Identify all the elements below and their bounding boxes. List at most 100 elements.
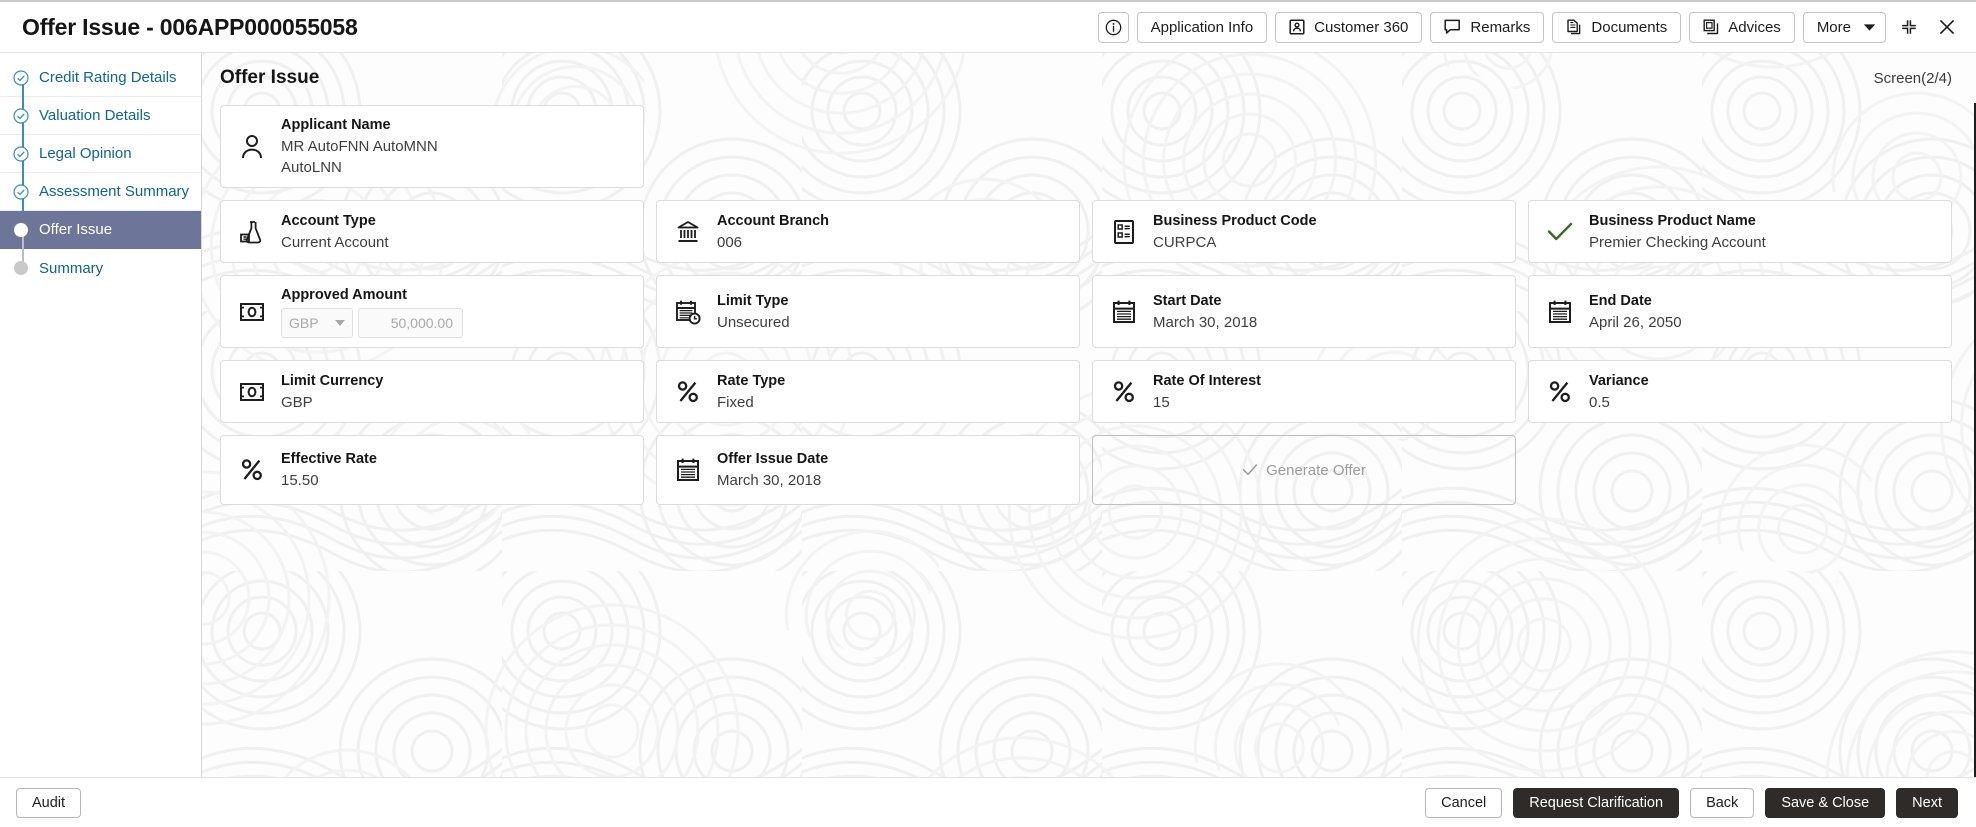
sidebar-item-valuation-details[interactable]: Valuation Details (0, 97, 201, 154)
close-button[interactable] (1932, 12, 1962, 42)
sidebar-item-label: Legal Opinion (39, 145, 132, 162)
card-rate-type: Rate Type Fixed (656, 360, 1080, 424)
next-label: Next (1912, 794, 1942, 811)
calendar-icon (1545, 299, 1575, 325)
save-and-close-button[interactable]: Save & Close (1765, 787, 1886, 818)
back-button[interactable]: Back (1690, 787, 1755, 818)
screen-counter: Screen(2/4) (1873, 70, 1952, 87)
sidebar-item-offer-issue[interactable]: Offer Issue (0, 211, 201, 268)
documents-icon (1567, 19, 1581, 35)
stepper-sidebar: Credit Rating Details Valuation Details (0, 53, 202, 777)
minimize-button[interactable] (1894, 12, 1924, 42)
amount-row: GBP 50,000.00 (281, 308, 463, 339)
card-text: End Date April 26, 2050 (1589, 291, 1682, 333)
sidebar-item-assessment-summary[interactable]: Assessment Summary (0, 173, 201, 230)
sidebar-item-legal-opinion[interactable]: Legal Opinion (0, 135, 201, 192)
remarks-label: Remarks (1470, 18, 1531, 36)
top-bar: Offer Issue - 006APP000055058 Applicatio… (0, 2, 1976, 52)
card-text: Limit Currency GBP (281, 371, 383, 413)
card-account-type: Account Type Current Account (220, 200, 644, 264)
card-text: Start Date March 30, 2018 (1153, 291, 1257, 333)
dot-shape (14, 222, 28, 237)
card-label: Business Product Code (1153, 212, 1317, 229)
check-circle-icon (12, 145, 30, 163)
card-label: Effective Rate (281, 451, 377, 468)
card-value: 006 (717, 233, 743, 251)
main-content: Offer Issue Screen(2/4) Applicant Name M… (202, 53, 1976, 777)
card-value: 15.50 (281, 472, 319, 490)
amount-input[interactable]: 50,000.00 (358, 308, 463, 339)
save-and-close-label: Save & Close (1781, 794, 1870, 811)
grid-filler (1528, 105, 1952, 188)
card-label: Approved Amount (281, 287, 407, 304)
amount-input-value: 50,000.00 (390, 315, 453, 332)
cancel-button[interactable]: Cancel (1425, 787, 1503, 818)
calendar-clock-icon (673, 299, 703, 325)
percent-icon (237, 457, 267, 483)
money-icon (237, 381, 267, 403)
request-clarification-button[interactable]: Request Clarification (1513, 787, 1680, 818)
card-value: Premier Checking Account (1589, 233, 1766, 251)
card-limit-type: Limit Type Unsecured (656, 275, 1080, 349)
user-card-icon (1289, 19, 1305, 35)
application-info-button[interactable]: Application Info (1136, 11, 1268, 43)
active-step-dot-icon (12, 221, 30, 239)
card-value-line1: MR AutoFNN AutoMNN (281, 138, 438, 156)
check-icon (1242, 464, 1258, 476)
card-value: Unsecured (717, 313, 790, 331)
sidebar-item-label: Credit Rating Details (39, 69, 177, 86)
card-label: Limit Type (717, 292, 789, 309)
calendar-icon (1109, 299, 1139, 325)
back-label: Back (1706, 794, 1739, 811)
advices-button[interactable]: Advices (1689, 11, 1795, 43)
card-label: Rate Of Interest (1153, 372, 1261, 389)
application-info-label: Application Info (1150, 18, 1254, 36)
check-icon (1545, 220, 1575, 244)
card-label: End Date (1589, 292, 1652, 309)
card-start-date: Start Date March 30, 2018 (1092, 275, 1516, 349)
card-value: GBP (281, 393, 313, 411)
grid-filler (656, 105, 1080, 188)
request-clarification-label: Request Clarification (1529, 794, 1664, 811)
advices-icon (1703, 19, 1719, 35)
sidebar-item-label: Valuation Details (39, 107, 151, 124)
generate-offer-button[interactable]: Generate Offer (1092, 435, 1516, 506)
card-value: March 30, 2018 (1153, 313, 1258, 331)
customer-360-button[interactable]: Customer 360 (1275, 11, 1423, 43)
card-value: Current Account (281, 233, 389, 251)
collapse-icon (1902, 20, 1916, 34)
chevron-down-icon (1863, 23, 1876, 31)
documents-button[interactable]: Documents (1552, 11, 1682, 43)
speech-bubble-icon (1444, 19, 1461, 34)
card-text: Business Product Code CURPCA (1153, 211, 1317, 253)
person-icon (237, 134, 267, 160)
card-value: CURPCA (1153, 233, 1217, 251)
calendar-icon (673, 457, 703, 483)
remarks-button[interactable]: Remarks (1430, 11, 1545, 43)
card-value: Fixed (717, 393, 754, 411)
card-text: Applicant Name MR AutoFNN AutoMNN AutoLN… (281, 115, 438, 178)
card-applicant-name: Applicant Name MR AutoFNN AutoMNN AutoLN… (220, 105, 644, 189)
card-variance: Variance 0.5 (1528, 360, 1952, 424)
sidebar-item-credit-rating-details[interactable]: Credit Rating Details (0, 59, 201, 116)
more-label: More (1816, 18, 1851, 36)
audit-button[interactable]: Audit (16, 787, 82, 818)
sidebar-item-label: Assessment Summary (39, 183, 190, 200)
flask-account-icon (237, 219, 267, 245)
currency-select[interactable]: GBP (281, 308, 353, 339)
application-info-icon-button[interactable] (1097, 11, 1129, 43)
sidebar-item-summary[interactable]: Summary (0, 249, 201, 287)
sidebar-item-label: Summary (39, 259, 104, 277)
money-icon (237, 301, 267, 323)
close-icon (1939, 19, 1955, 35)
bank-icon (673, 219, 703, 245)
more-menu-button[interactable]: More (1802, 11, 1886, 43)
sidebar-item-label: Offer Issue (39, 221, 113, 238)
application-window: Offer Issue - 006APP000055058 Applicatio… (0, 0, 1976, 827)
audit-label: Audit (32, 794, 66, 811)
body-area: Credit Rating Details Valuation Details (0, 52, 1976, 777)
card-offer-issue-date: Offer Issue Date March 30, 2018 (656, 435, 1080, 506)
next-button[interactable]: Next (1896, 787, 1958, 818)
card-label: Offer Issue Date (717, 451, 829, 468)
card-label: Account Branch (717, 212, 829, 229)
